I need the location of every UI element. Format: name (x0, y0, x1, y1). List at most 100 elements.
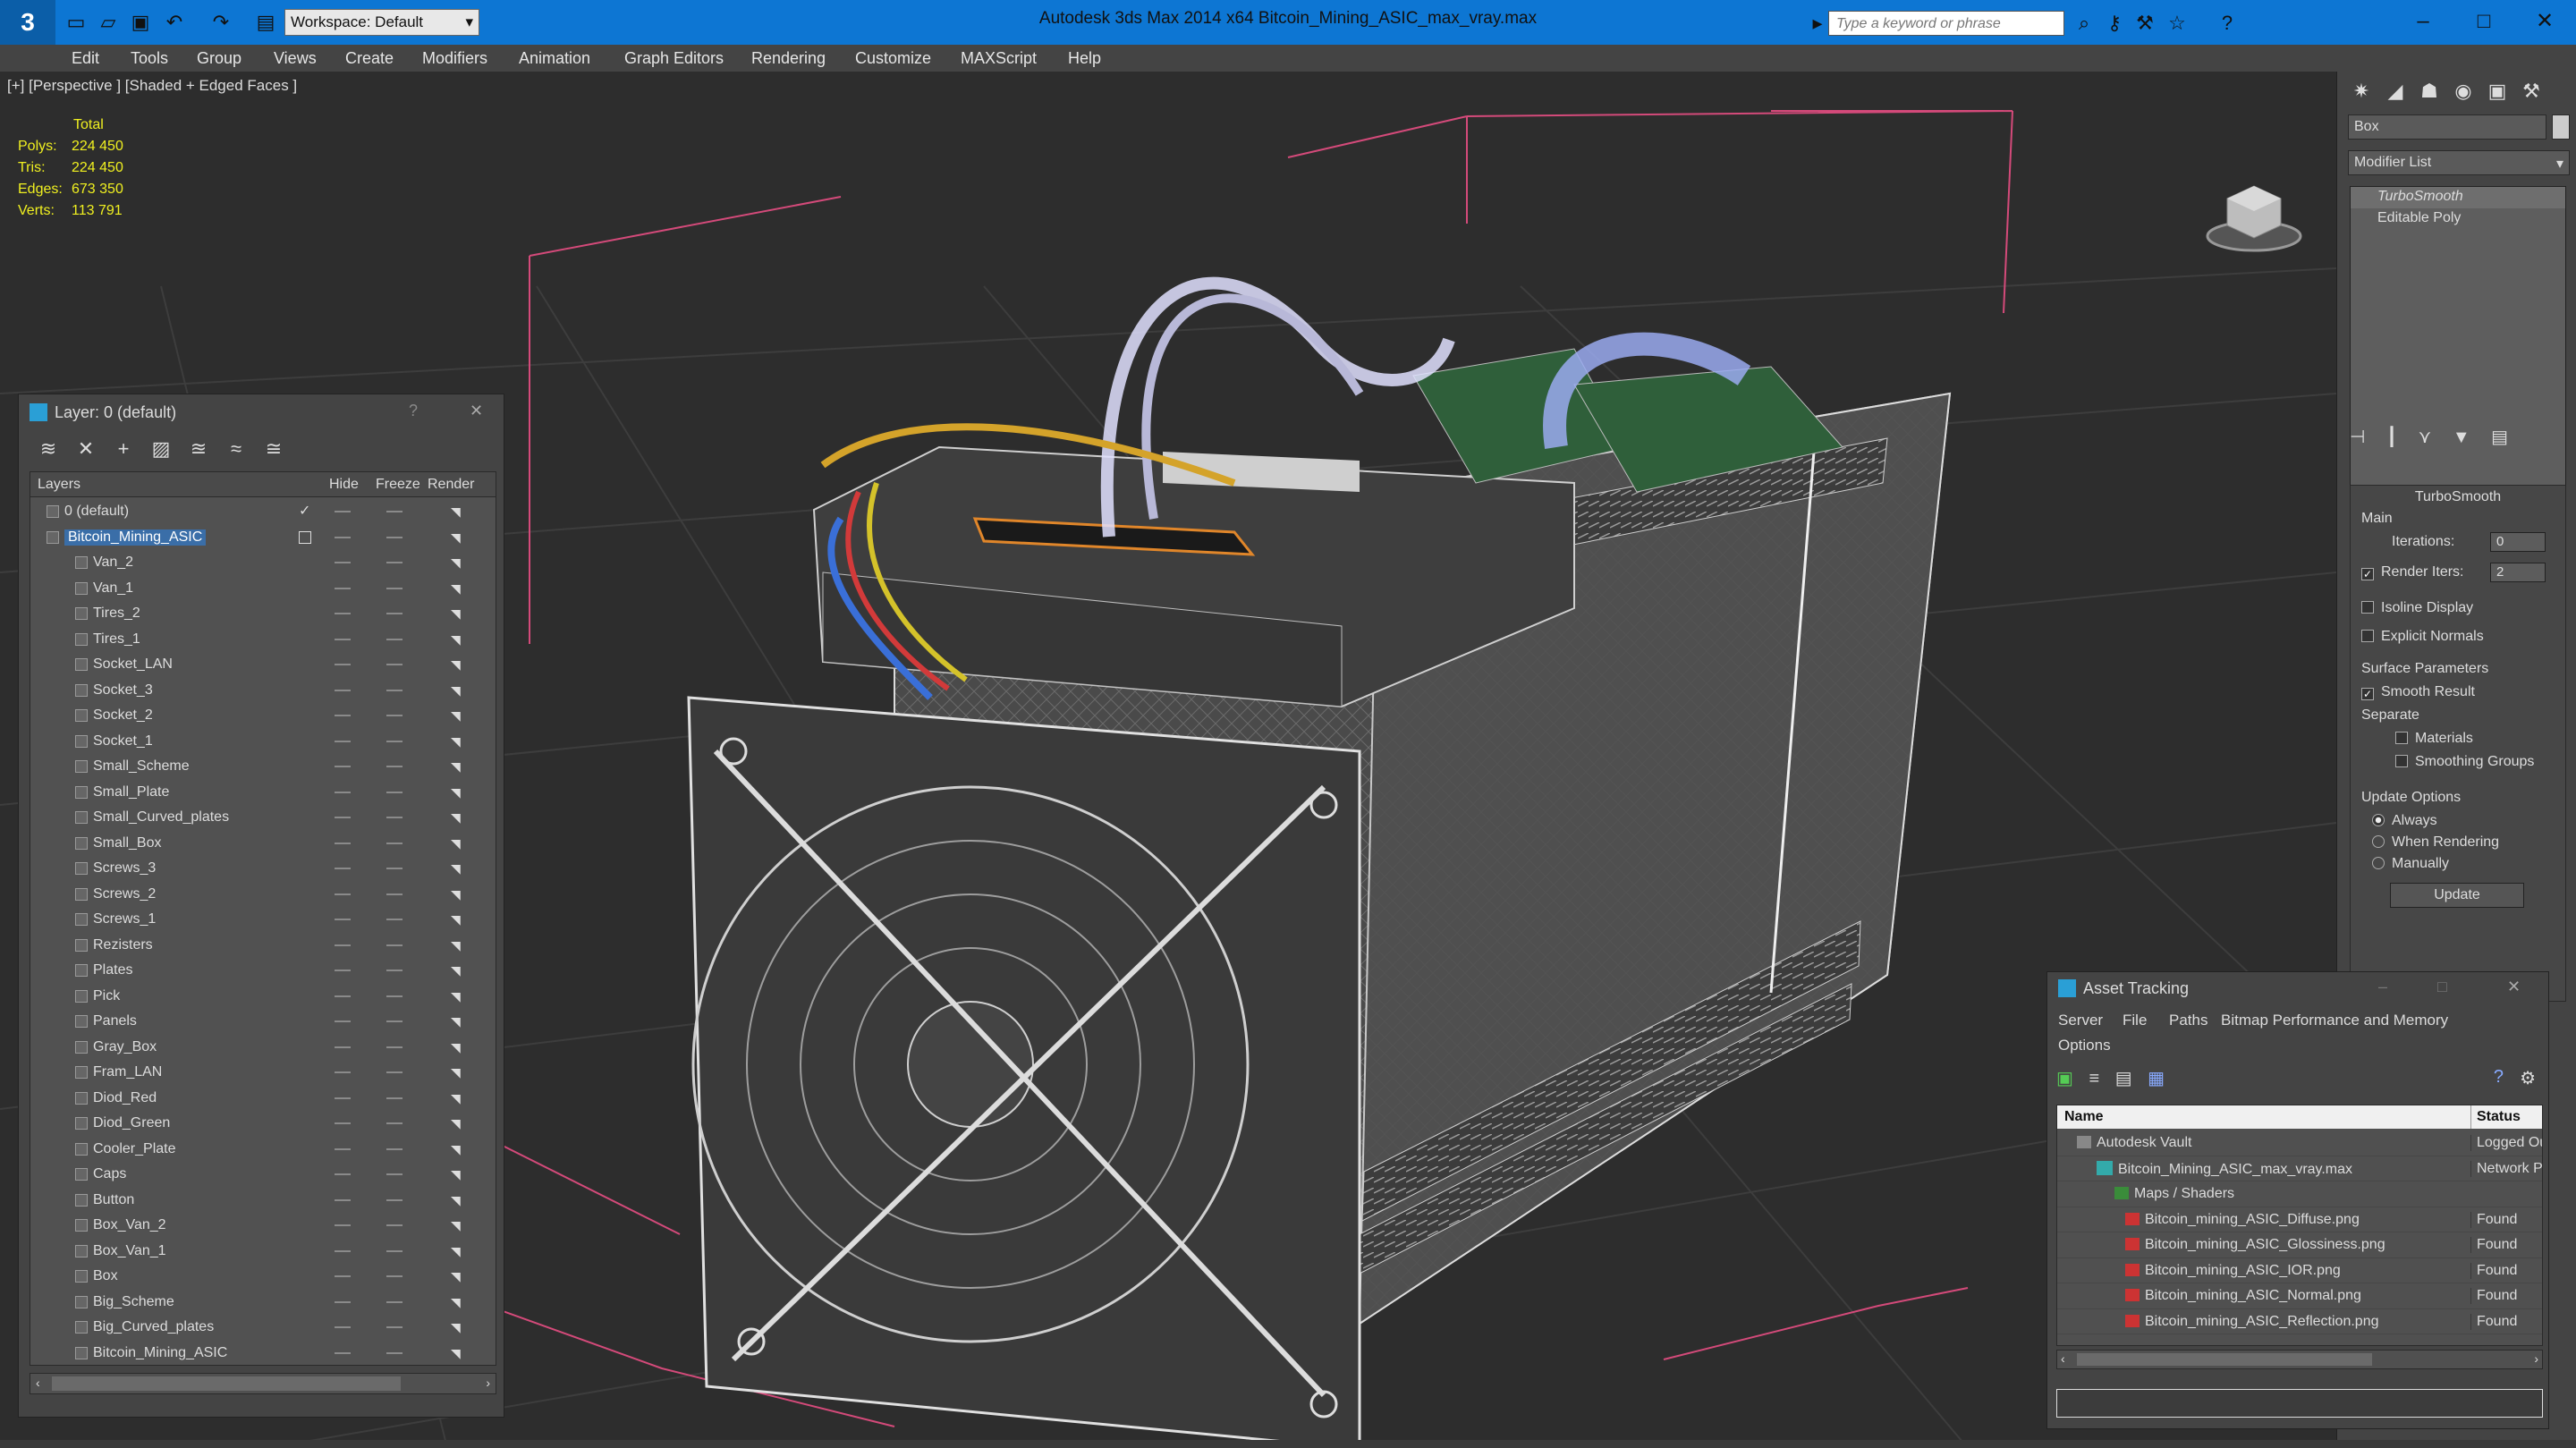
freeze-toggle[interactable] (386, 1224, 402, 1226)
layer-name[interactable]: Small_Scheme (93, 758, 190, 775)
asset-row[interactable]: Maps / Shaders (2057, 1181, 2542, 1207)
explicit-normals-row[interactable]: Explicit Normals (2361, 629, 2484, 645)
freeze-toggle[interactable] (386, 536, 402, 538)
materials-row[interactable]: Materials (2395, 731, 2473, 747)
hide-toggle[interactable] (335, 893, 351, 895)
render-teapot-icon[interactable]: ◥ (451, 1295, 461, 1310)
binoculars-icon[interactable]: ⌕ (2072, 11, 2097, 36)
layer-row[interactable]: Small_Curved_plates ◥ (30, 805, 496, 831)
refresh-icon[interactable]: ▣ (2056, 1069, 2073, 1088)
layer-row[interactable]: Socket_LAN ◥ (30, 652, 496, 678)
render-teapot-icon[interactable]: ◥ (451, 683, 461, 699)
freeze-toggle[interactable] (386, 715, 402, 716)
layer-row[interactable]: Van_1 ◥ (30, 576, 496, 602)
layer-name[interactable]: Screws_2 (93, 886, 156, 902)
freeze-toggle[interactable] (386, 511, 402, 512)
render-teapot-icon[interactable]: ◥ (451, 1269, 461, 1284)
menu-create[interactable]: Create (345, 49, 394, 68)
menu-server[interactable]: Server (2058, 1012, 2103, 1029)
render-teapot-icon[interactable]: ◥ (451, 1116, 461, 1131)
layer-name[interactable]: Fram_LAN (93, 1064, 162, 1080)
make-unique-icon[interactable]: ⋎ (2419, 428, 2432, 447)
table-view-icon[interactable]: ▦ (2148, 1069, 2165, 1088)
layer-name[interactable]: Rezisters (93, 937, 153, 953)
render-teapot-icon[interactable]: ◥ (451, 785, 461, 800)
hide-toggle[interactable] (335, 587, 351, 589)
menu-tools[interactable]: Tools (131, 49, 168, 68)
hide-toggle[interactable] (335, 995, 351, 997)
asset-path-field[interactable] (2056, 1389, 2543, 1418)
hide-toggle[interactable] (335, 766, 351, 767)
layer-panel-header[interactable]: Layer: 0 (default) ? ✕ (19, 394, 504, 430)
col-layers[interactable]: Layers (38, 477, 80, 493)
smooth-result-checkbox[interactable]: ✓ (2361, 688, 2374, 700)
render-teapot-icon[interactable]: ◥ (451, 759, 461, 775)
render-teapot-icon[interactable]: ◥ (451, 963, 461, 978)
menu-edit[interactable]: Edit (72, 49, 99, 68)
menu-graph-editors[interactable]: Graph Editors (624, 49, 724, 68)
hide-toggle[interactable] (335, 1122, 351, 1124)
highlight-layer-icon[interactable]: ≊ (180, 434, 217, 464)
hide-toggle[interactable] (335, 562, 351, 563)
layer-name[interactable]: Diod_Green (93, 1115, 170, 1131)
hierarchy-tab-icon[interactable]: ☗ (2412, 75, 2446, 107)
render-teapot-icon[interactable]: ◥ (451, 810, 461, 826)
render-teapot-icon[interactable]: ◥ (451, 581, 461, 597)
layer-name[interactable]: Box_Van_1 (93, 1243, 166, 1259)
layer-name[interactable]: Tires_1 (93, 631, 140, 648)
layer-name[interactable]: Big_Curved_plates (93, 1319, 214, 1335)
render-teapot-icon[interactable]: ◥ (451, 1142, 461, 1157)
hide-toggle[interactable] (335, 970, 351, 971)
hide-toggle[interactable] (335, 791, 351, 793)
hide-toggle[interactable] (335, 1275, 351, 1277)
render-teapot-icon[interactable]: ◥ (451, 912, 461, 927)
render-teapot-icon[interactable]: ◥ (451, 555, 461, 571)
hide-toggle[interactable] (335, 1249, 351, 1252)
smoothing-groups-row[interactable]: Smoothing Groups (2395, 754, 2534, 770)
layer-row[interactable]: Screws_3 ◥ (30, 856, 496, 882)
key-icon[interactable]: ⚷ (2102, 11, 2127, 36)
asset-row[interactable]: Bitcoin_mining_ASIC_Glossiness.png Found (2057, 1232, 2542, 1258)
render-teapot-icon[interactable]: ◥ (451, 1065, 461, 1080)
object-name-field[interactable]: Box (2348, 114, 2546, 140)
hide-toggle[interactable] (335, 1147, 351, 1150)
layer-name[interactable]: Small_Box (93, 835, 161, 851)
render-teapot-icon[interactable]: ◥ (451, 504, 461, 520)
configure-sets-icon[interactable]: ▤ (2491, 428, 2508, 447)
freeze-toggle[interactable] (386, 766, 402, 767)
render-teapot-icon[interactable]: ◥ (451, 632, 461, 648)
layer-row[interactable]: Button ◥ (30, 1188, 496, 1214)
hide-toggle[interactable] (335, 868, 351, 869)
freeze-toggle[interactable] (386, 740, 402, 742)
layer-row[interactable]: Small_Scheme ◥ (30, 754, 496, 780)
layer-row[interactable]: Plates ◥ (30, 958, 496, 984)
freeze-toggle[interactable] (386, 1147, 402, 1150)
layer-name[interactable]: 0 (default) (64, 504, 129, 520)
col-name[interactable]: Name (2064, 1109, 2104, 1125)
rollout-title[interactable]: TurboSmooth (2351, 489, 2565, 505)
stack-item-turbosmooth[interactable]: TurboSmooth (2351, 187, 2565, 208)
layer-name[interactable]: Bitcoin_Mining_ASIC (64, 529, 207, 546)
layer-name[interactable]: Plates (93, 962, 132, 978)
layer-name[interactable]: Bitcoin_Mining_ASIC (93, 1345, 227, 1361)
layer-name[interactable]: Screws_1 (93, 911, 156, 927)
render-teapot-icon[interactable]: ◥ (451, 1167, 461, 1182)
hide-toggle[interactable] (335, 817, 351, 818)
when-rendering-radio[interactable] (2372, 835, 2385, 848)
menu-views[interactable]: Views (274, 49, 317, 68)
layer-row[interactable]: Panels ◥ (30, 1009, 496, 1035)
menu-customize[interactable]: Customize (855, 49, 931, 68)
render-teapot-icon[interactable]: ◥ (451, 1218, 461, 1233)
layer-row[interactable]: Fram_LAN ◥ (30, 1060, 496, 1086)
menu-options[interactable]: Options (2058, 1037, 2111, 1054)
freeze-toggle[interactable] (386, 1122, 402, 1124)
freeze-toggle[interactable] (386, 1046, 402, 1048)
layer-name[interactable]: Van_1 (93, 580, 133, 597)
freeze-toggle[interactable] (386, 970, 402, 971)
hide-toggle[interactable] (335, 638, 351, 640)
render-teapot-icon[interactable]: ◥ (451, 1244, 461, 1259)
render-teapot-icon[interactable]: ◥ (451, 708, 461, 724)
layer-row[interactable]: Socket_2 ◥ (30, 703, 496, 729)
layer-name[interactable]: Big_Scheme (93, 1294, 174, 1310)
menu-paths[interactable]: Paths (2169, 1012, 2207, 1029)
